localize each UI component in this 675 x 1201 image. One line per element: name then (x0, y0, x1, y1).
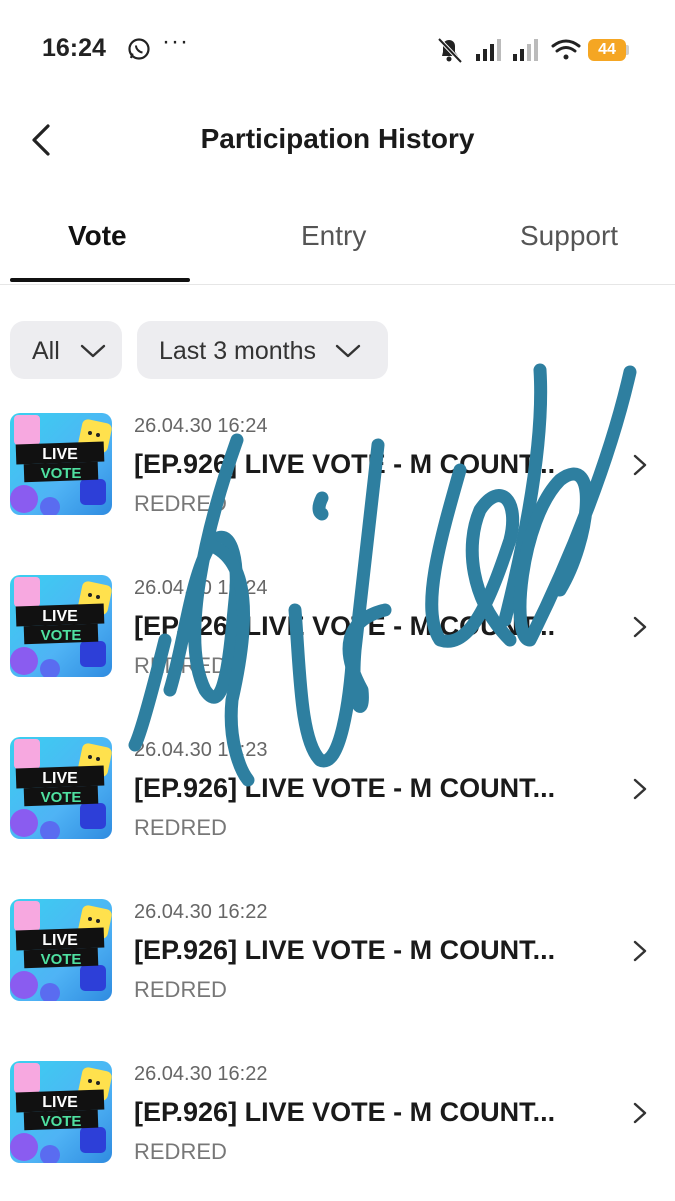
type-filter-dropdown[interactable]: All (10, 321, 122, 379)
period-filter-dropdown[interactable]: Last 3 months (137, 321, 388, 379)
thumbnail-text-live: LIVE (42, 608, 78, 625)
item-title: [EP.926] LIVE VOTE - M COUNT... (134, 611, 556, 641)
tab-vote[interactable]: Vote (68, 220, 127, 252)
item-artist: REDRED (134, 977, 227, 1002)
live-vote-thumbnail: LIVE VOTE (10, 899, 112, 1001)
more-notifications-icon: ··· (162, 28, 189, 55)
active-tab-indicator (10, 278, 190, 282)
item-title: [EP.926] LIVE VOTE - M COUNT... (134, 449, 556, 479)
thumbnail-text-vote: VOTE (41, 951, 82, 968)
item-title: [EP.926] LIVE VOTE - M COUNT... (134, 773, 556, 803)
thumbnail-text-live: LIVE (42, 1094, 78, 1111)
signal-icon-2 (513, 39, 538, 61)
thumbnail-text-vote: VOTE (41, 1113, 82, 1130)
thumbnail-text-vote: VOTE (41, 789, 82, 806)
chevron-right-icon (633, 940, 647, 962)
list-item[interactable]: LIVE VOTE 26.04.30 16:24 [EP.926] LIVE VO… (0, 575, 675, 715)
tab-entry[interactable]: Entry (301, 220, 366, 252)
item-artist: REDRED (134, 491, 227, 516)
chevron-right-icon (633, 616, 647, 638)
status-time: 16:24 (42, 34, 106, 62)
page-title: Participation History (200, 123, 475, 154)
battery-tip (626, 45, 629, 55)
mute-bell-icon (437, 37, 463, 64)
item-date: 26.04.30 16:24 (134, 577, 268, 599)
whatsapp-icon (128, 38, 150, 60)
list-item[interactable]: LIVE VOTE 26.04.30 16:23 [EP.926] LIVE VO… (0, 737, 675, 877)
type-filter-label: All (32, 337, 60, 365)
chevron-right-icon (633, 1102, 647, 1124)
thumbnail-text-live: LIVE (42, 446, 78, 463)
tab-support[interactable]: Support (520, 220, 618, 252)
period-filter-label: Last 3 months (159, 337, 317, 365)
live-vote-thumbnail: LIVE VOTE (10, 413, 112, 515)
item-artist: REDRED (134, 1139, 227, 1164)
signal-icon-1 (476, 39, 501, 61)
thumbnail-text-vote: VOTE (41, 627, 82, 644)
list-item[interactable]: LIVE VOTE 26.04.30 16:24 [EP.926] LIVE VO… (0, 413, 675, 553)
item-date: 26.04.30 16:23 (134, 739, 268, 761)
live-vote-thumbnail: LIVE VOTE (10, 1061, 112, 1163)
chevron-down-icon (80, 344, 106, 358)
wifi-icon (551, 39, 581, 60)
thumbnail-text-live: LIVE (42, 770, 78, 787)
status-bar: 16:24 ··· 44 (0, 0, 675, 100)
chevron-right-icon (633, 778, 647, 800)
live-vote-thumbnail: LIVE VOTE (10, 737, 112, 839)
list-item[interactable]: LIVE VOTE 26.04.30 16:22 [EP.926] LIVE VO… (0, 1061, 675, 1201)
live-vote-thumbnail: LIVE VOTE (10, 575, 112, 677)
item-artist: REDRED (134, 815, 227, 840)
item-artist: REDRED (134, 653, 227, 678)
battery-icon: 44 (588, 39, 626, 61)
item-date: 26.04.30 16:24 (134, 415, 268, 437)
thumbnail-text-vote: VOTE (41, 465, 82, 482)
thumbnail-text-live: LIVE (42, 932, 78, 949)
chevron-right-icon (633, 454, 647, 476)
item-title: [EP.926] LIVE VOTE - M COUNT... (134, 935, 556, 965)
chevron-down-icon (335, 344, 361, 358)
item-title: [EP.926] LIVE VOTE - M COUNT... (134, 1097, 556, 1127)
list-item[interactable]: LIVE VOTE 26.04.30 16:22 [EP.926] LIVE VO… (0, 899, 675, 1039)
item-date: 26.04.30 16:22 (134, 1063, 268, 1085)
item-date: 26.04.30 16:22 (134, 901, 268, 923)
tab-bar: Vote Entry Support (0, 200, 675, 285)
